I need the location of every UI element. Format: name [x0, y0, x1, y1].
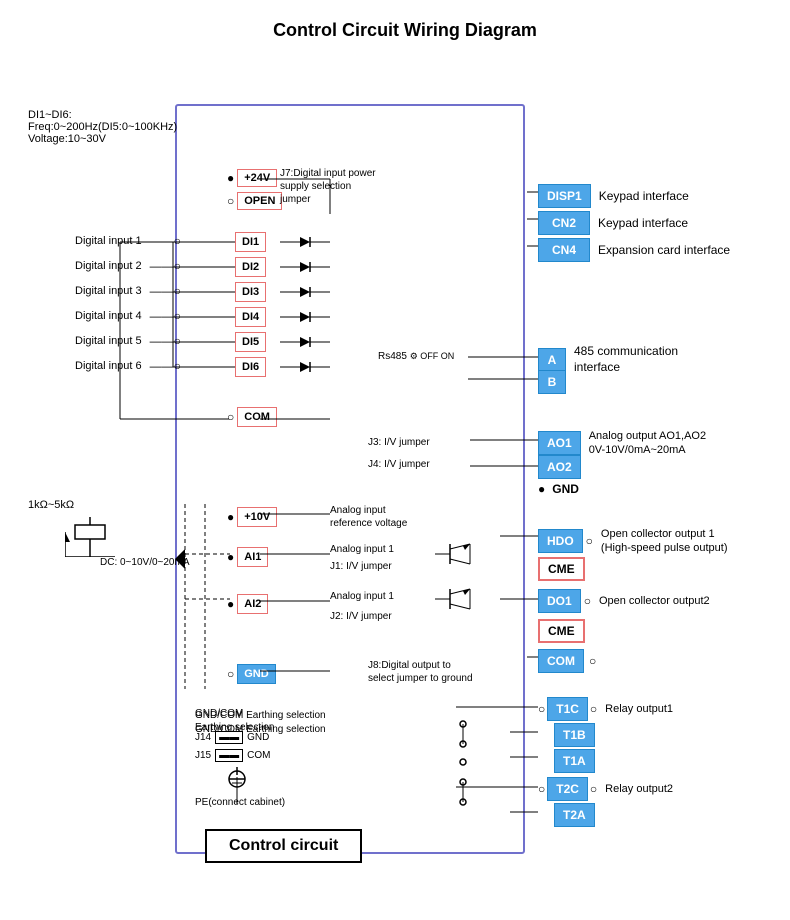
- relay2-label: Relay output2: [605, 783, 673, 795]
- di1-terminal: DI1: [235, 232, 266, 252]
- j1-label: J1: I/V jumper: [330, 561, 392, 572]
- hdo-connector: HDO ○ Open collector output 1(High-speed…: [538, 527, 728, 556]
- di-range-label: DI1~DI6: Freq:0~200Hz(DI5:0~100KHz) Volt…: [28, 109, 177, 145]
- gnd-connector: ● GND: [538, 481, 583, 497]
- dashed-lines: [175, 504, 230, 689]
- t2c-connector: ○ T2C ○ Relay output2: [538, 777, 673, 801]
- di3-terminal: DI3: [235, 282, 266, 302]
- control-circuit-box: Control circuit: [205, 829, 362, 863]
- ai1-terminal: ● AI1: [227, 547, 268, 567]
- analog-input1-label: Analog input 1: [330, 544, 394, 555]
- j4-label: J4: I/V jumper: [368, 459, 430, 470]
- cme2-connector: CME: [538, 619, 585, 643]
- relay-symbols: [455, 714, 510, 814]
- com-connector: COM ○: [538, 649, 596, 673]
- transistor-symbols: [430, 539, 500, 629]
- ao2-connector: AO2: [538, 455, 581, 479]
- di2-terminal: DI2: [235, 257, 266, 277]
- j14-row: J14 ▬▬ GND: [195, 731, 269, 744]
- 10v-terminal: ● +10V: [227, 507, 277, 527]
- 485-label: 485 communicationinterface: [574, 344, 678, 375]
- j8-label: J8:Digital output to select jumper to gr…: [368, 659, 478, 685]
- di1-row: Digital input 1 ——○: [75, 234, 181, 248]
- t1a-connector: T1A: [538, 749, 595, 773]
- resistance-label: 1kΩ~5kΩ: [28, 499, 74, 511]
- resistor-symbol: [65, 517, 115, 562]
- j7-label: J7:Digital input power supply selection …: [280, 167, 380, 206]
- ao1-label: Analog output AO1,AO20V-10V/0mA~20mA: [589, 429, 706, 458]
- 24v-terminal: ● +24V: [227, 169, 277, 187]
- di4-row: Digital input 4 ——○: [75, 309, 181, 323]
- t1c-connector: ○ T1C ○ Relay output1: [538, 697, 673, 721]
- ao1-connector: AO1 Analog output AO1,AO20V-10V/0mA~20mA: [538, 429, 706, 458]
- di3-row: Digital input 3 ——○: [75, 284, 181, 298]
- hdo-label: Open collector output 1(High-speed pulse…: [601, 527, 728, 556]
- disp1-connector: DISP1 Keypad interface: [538, 184, 689, 208]
- di6-row: Digital input 6 ——○: [75, 359, 181, 373]
- j15-row: J15 ▬▬ COM: [195, 749, 270, 762]
- ai2-terminal: ● AI2: [227, 594, 268, 614]
- cn4-connector: CN4 Expansion card interface: [538, 238, 730, 262]
- gnd-terminal-bottom: ○ GND: [227, 664, 276, 684]
- pe-label: PE(connect cabinet): [195, 797, 285, 808]
- cn2-label: Keypad interface: [598, 216, 688, 230]
- t2a-connector: T2A: [538, 803, 595, 827]
- j2-label: J2: I/V jumper: [330, 611, 392, 622]
- di5-row: Digital input 5 ——○: [75, 334, 181, 348]
- page-title: Control Circuit Wiring Diagram: [20, 20, 790, 41]
- ground-symbol: [225, 767, 250, 797]
- disp1-label: Keypad interface: [599, 189, 689, 203]
- di5-terminal: DI5: [235, 332, 266, 352]
- t1b-connector: T1B: [538, 723, 595, 747]
- open-terminal: ○ OPEN: [227, 192, 282, 210]
- diode-symbols: [275, 229, 355, 384]
- analog-input2-label: Analog input 1: [330, 591, 394, 602]
- di4-terminal: DI4: [235, 307, 266, 327]
- di2-row: Digital input 2 ——○: [75, 259, 181, 273]
- j3-label: J3: I/V jumper: [368, 437, 430, 448]
- com-terminal: ○ COM: [227, 407, 277, 427]
- analog-ref-label: Analog input reference voltage: [330, 504, 420, 530]
- cn4-label: Expansion card interface: [598, 243, 730, 257]
- relay1-label: Relay output1: [605, 703, 673, 715]
- rs485-label: Rs485 ⚙ OFF ON: [378, 351, 454, 362]
- do1-connector: DO1 ○ Open collector output2: [538, 589, 710, 613]
- di6-terminal: DI6: [235, 357, 266, 377]
- do1-label: Open collector output2: [599, 595, 710, 607]
- cn2-connector: CN2 Keypad interface: [538, 211, 688, 235]
- cme1-connector: CME: [538, 557, 585, 581]
- 485-b-connector: B: [538, 370, 566, 394]
